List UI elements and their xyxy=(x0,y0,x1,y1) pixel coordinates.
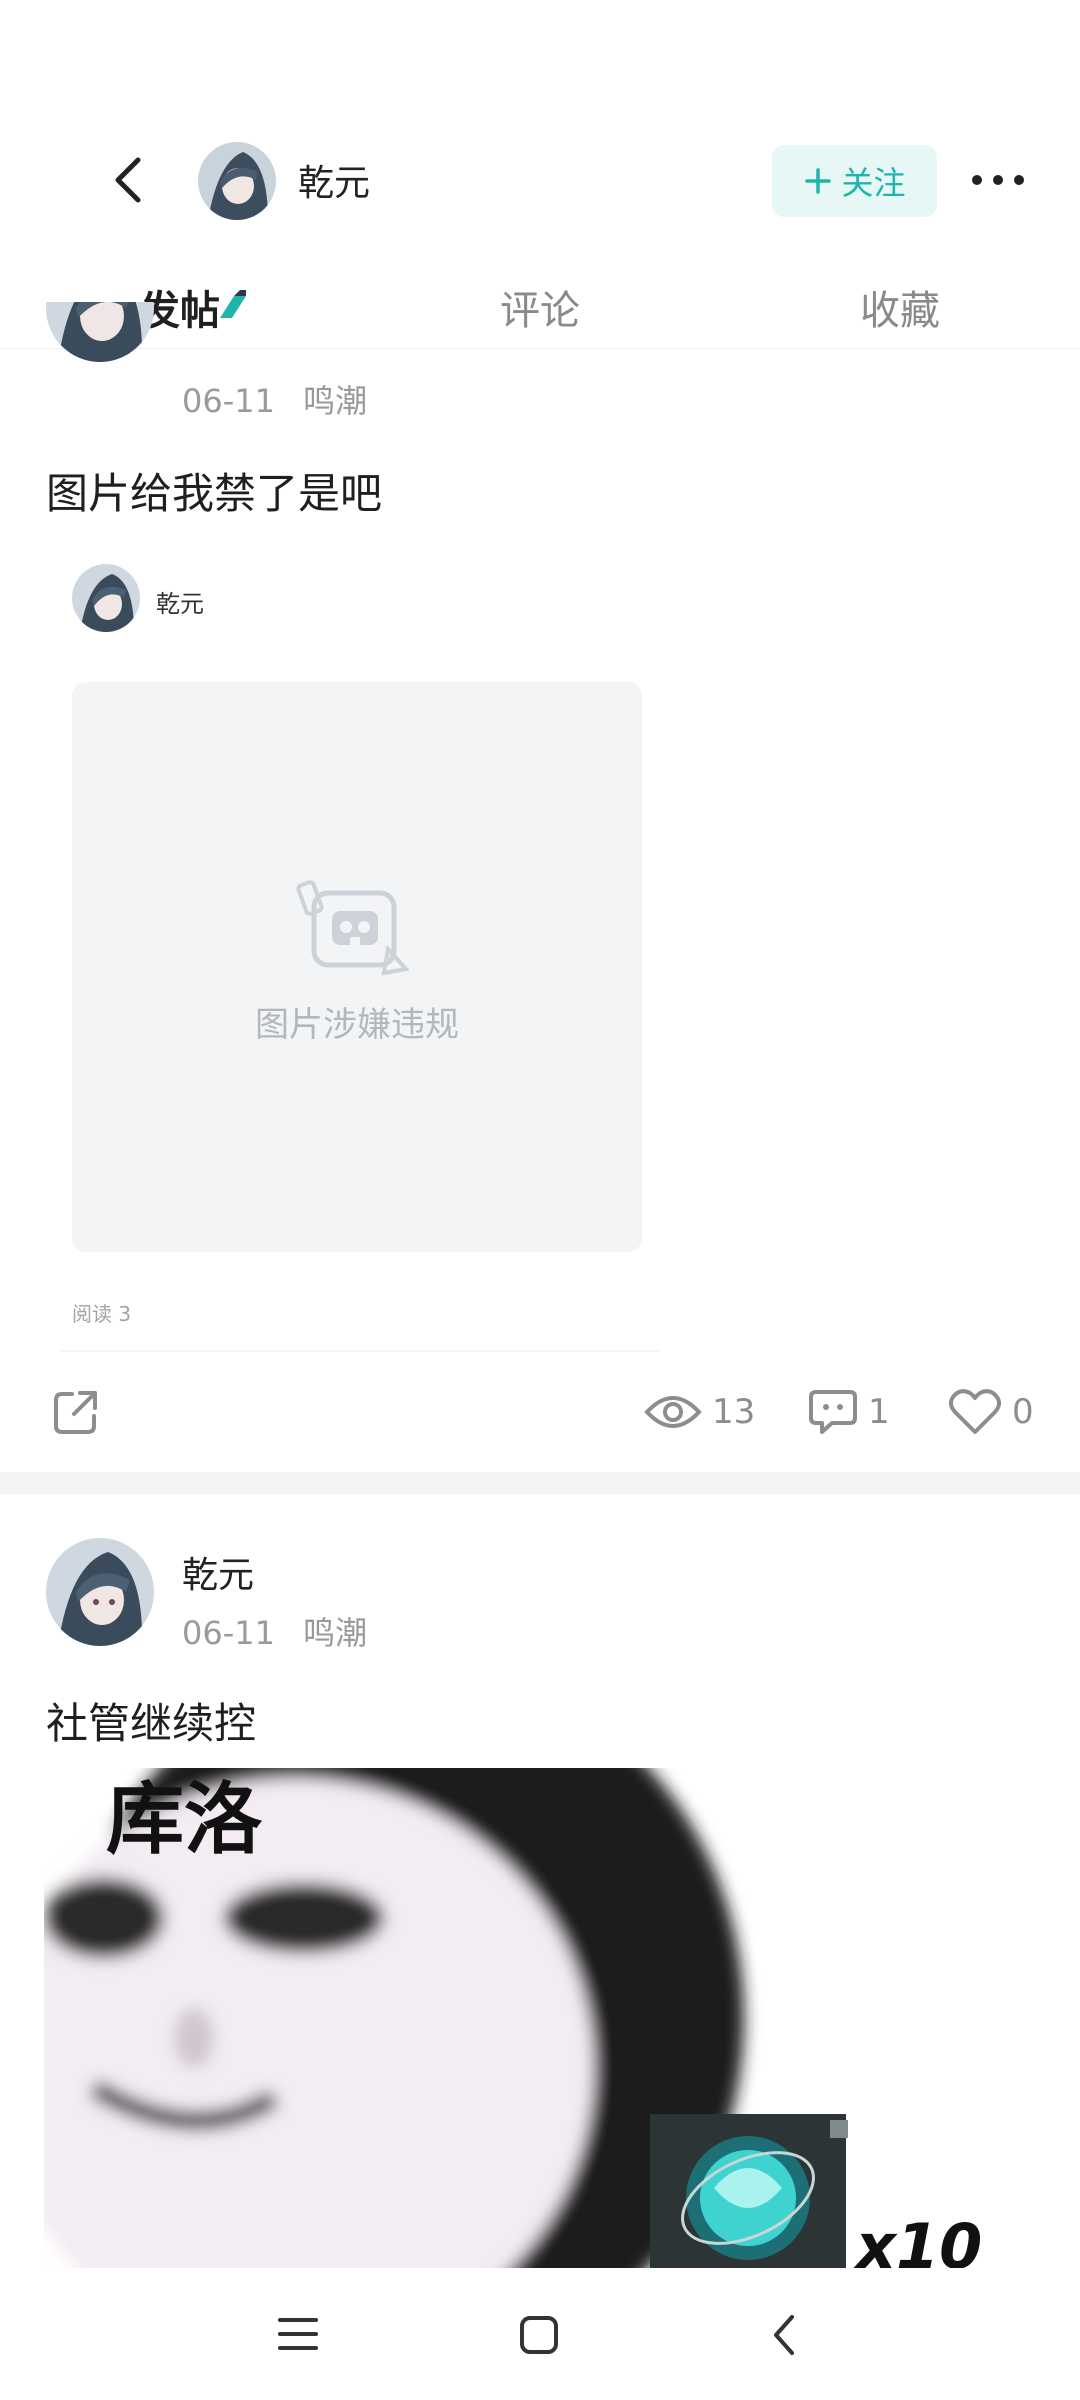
like-button[interactable]: 0 xyxy=(948,1388,1034,1436)
views-count: 13 xyxy=(712,1392,756,1432)
share-button[interactable] xyxy=(52,1388,100,1440)
header-avatar[interactable] xyxy=(198,142,276,220)
plus-icon xyxy=(805,168,832,194)
post-1-meta: 06-11 鸣潮 xyxy=(182,376,367,422)
back-button[interactable] xyxy=(100,150,160,210)
more-button[interactable] xyxy=(970,170,1026,190)
post-1-avatar[interactable] xyxy=(46,302,154,362)
views-stat: 13 xyxy=(644,1390,755,1434)
back-triangle-icon xyxy=(774,2315,794,2355)
chevron-left-icon xyxy=(115,157,141,203)
embedded-author: 乾元 xyxy=(156,590,204,618)
nav-menu-button[interactable] xyxy=(276,2314,320,2358)
tab-comments[interactable]: 评论 xyxy=(500,278,580,336)
header-user-name: 乾元 xyxy=(298,163,371,204)
post-1-date: 06-11 xyxy=(182,382,275,420)
post-separator xyxy=(0,1472,1080,1494)
tab-favorites[interactable]: 收藏 xyxy=(860,278,940,336)
meme-multiplier: x10 xyxy=(853,2210,982,2268)
system-nav-bar xyxy=(0,2270,1080,2400)
post-2-image[interactable]: 库洛 x10 xyxy=(44,1768,1034,2268)
home-square-icon xyxy=(520,2316,558,2354)
meme-caption: 库洛 xyxy=(106,1775,263,1865)
nav-back-button[interactable] xyxy=(766,2312,802,2362)
blocked-image-text: 图片涉嫌违规 xyxy=(255,1005,459,1045)
post-2-game[interactable]: 鸣潮 xyxy=(303,1614,367,1652)
embedded-read-count: 阅读 3 xyxy=(72,1302,132,1326)
post-2-meta: 06-11 鸣潮 xyxy=(182,1608,367,1654)
menu-icon xyxy=(278,2318,318,2350)
eye-icon xyxy=(644,1396,702,1428)
post-2-avatar[interactable] xyxy=(46,1538,154,1646)
embedded-card-divider xyxy=(60,1350,660,1352)
share-icon xyxy=(54,1391,97,1434)
blocked-robot-icon xyxy=(296,880,410,976)
meme-image: 库洛 x10 xyxy=(44,1768,1034,2268)
post-2-text[interactable]: 社管继续控 xyxy=(46,1690,256,1751)
post-1-text[interactable]: 图片给我禁了是吧 xyxy=(46,460,382,521)
follow-button[interactable]: 关注 xyxy=(772,145,937,217)
post-2-author[interactable]: 乾元 xyxy=(182,1546,254,1598)
embedded-avatar xyxy=(72,564,140,632)
blocked-image-placeholder: 图片涉嫌违规 xyxy=(72,682,642,1252)
comments-count: 1 xyxy=(868,1392,890,1432)
tabs-divider xyxy=(0,348,1080,349)
heart-icon xyxy=(948,1389,1002,1434)
likes-count: 0 xyxy=(1012,1392,1034,1432)
comment-icon xyxy=(809,1390,857,1434)
post-2-date: 06-11 xyxy=(182,1614,275,1652)
post-1-avatar-clip xyxy=(46,302,154,414)
follow-label: 关注 xyxy=(841,164,906,202)
comment-button[interactable]: 1 xyxy=(808,1388,890,1436)
nav-home-button[interactable] xyxy=(518,2314,560,2360)
tab-active-indicator xyxy=(220,290,246,318)
more-dots-icon xyxy=(972,175,1024,185)
post-1-game[interactable]: 鸣潮 xyxy=(303,382,367,420)
